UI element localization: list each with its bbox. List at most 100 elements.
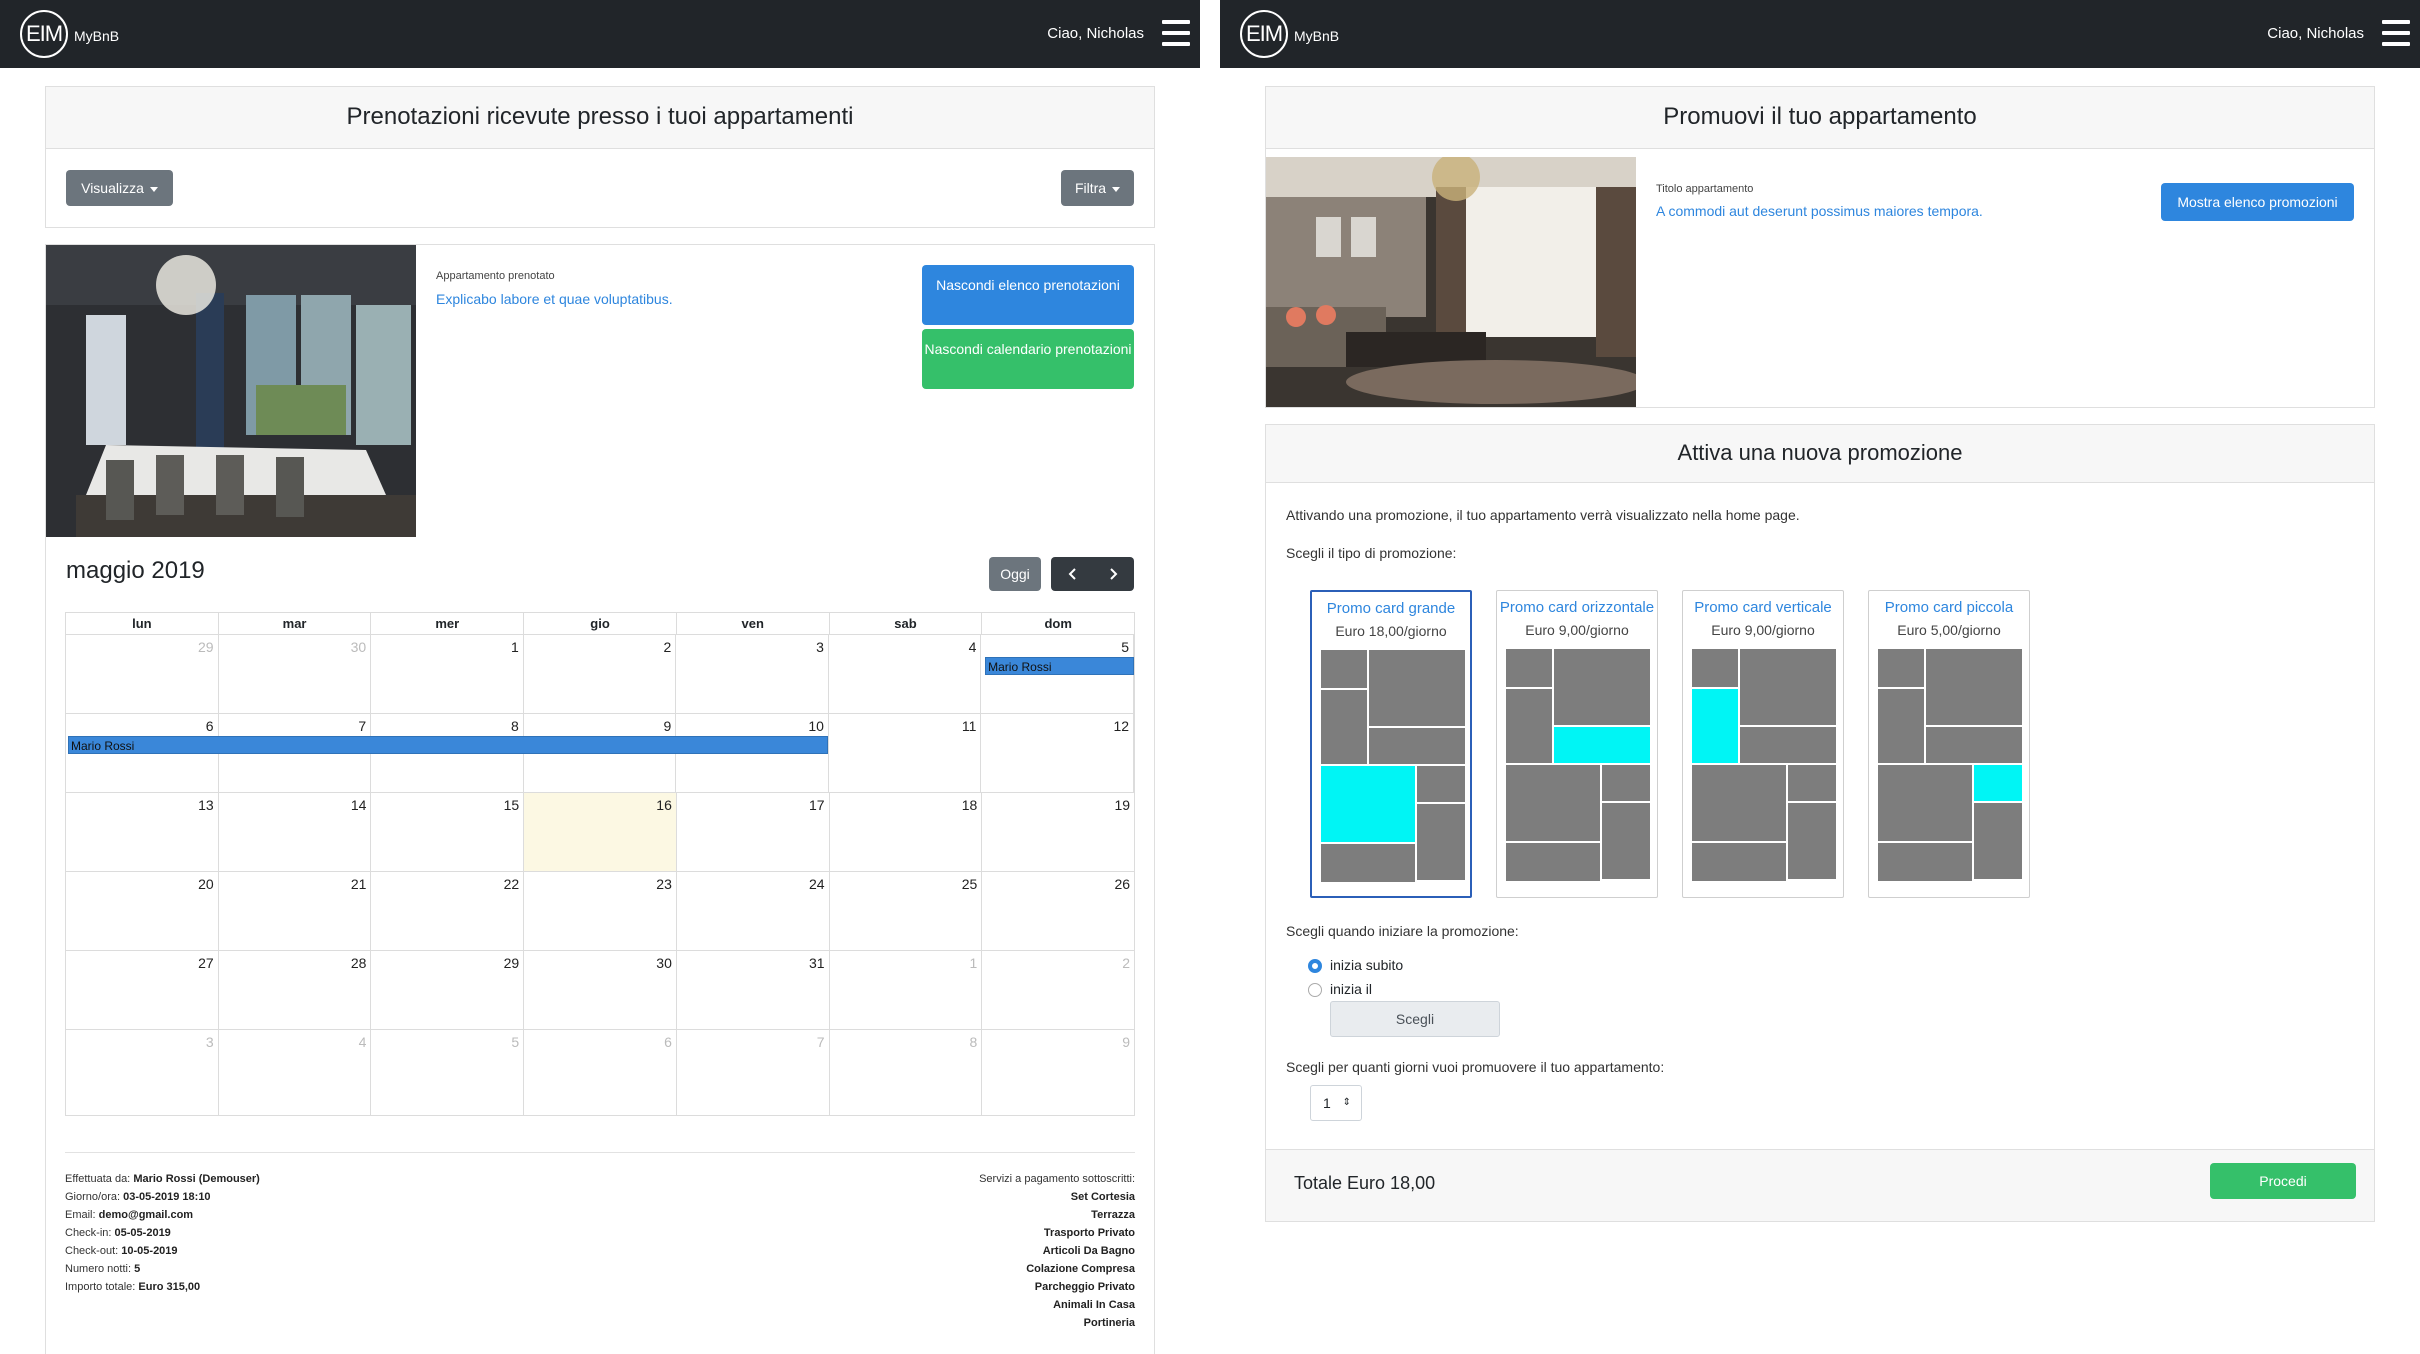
calendar-day-cell[interactable]: 3 (66, 1030, 219, 1115)
page-title: Promuovi il tuo appartamento (1266, 87, 2374, 149)
calendar-week-row: 13 14 15 16 17 18 19 (66, 793, 1134, 872)
layout-block (1692, 843, 1786, 881)
service-item: Articoli Da Bagno (1042, 1245, 1135, 1257)
layout-block (1602, 765, 1650, 801)
calendar-day-cell[interactable]: 17 (677, 793, 830, 871)
calendar-week-row: 3456789 (66, 1030, 1134, 1115)
logo[interactable]: EIM (20, 10, 68, 58)
logo[interactable]: EIM (1240, 10, 1288, 58)
calendar-day-cell[interactable]: 30 (524, 951, 677, 1029)
filter-dropdown-button[interactable]: Filtra (1061, 170, 1134, 206)
proceed-button[interactable]: Procedi (2210, 1163, 2356, 1199)
apartment-photo (46, 245, 416, 537)
navbar: EIM MyBnB Ciao, Nicholas (1220, 0, 2420, 68)
apartment-card: Promuovi il tuo appartamento Titolo appa… (1265, 86, 2375, 408)
layout-block (1926, 649, 2022, 725)
layout-block (1506, 765, 1600, 841)
bookings-screen: EIM MyBnB Ciao, Nicholas Prenotazioni ri… (0, 0, 1200, 1354)
calendar-day-cell[interactable]: 5 (371, 1030, 525, 1115)
layout-block (1321, 766, 1415, 842)
start-on-label[interactable]: inizia il (1330, 981, 1372, 997)
divider (65, 1152, 1135, 1153)
calendar-grid: 29 30 1 2 3 4 5 Mario Rossi 6 7 8 9 10 11 12 Mario Ross… (66, 635, 1135, 1115)
promo-option-1[interactable]: Promo card orizzontale Euro 9,00/giorno (1496, 590, 1658, 898)
booking-checkin: 05-05-2019 (114, 1227, 171, 1239)
calendar-day-cell[interactable]: 22 (371, 872, 525, 950)
calendar-day-cell[interactable]: 19 (982, 793, 1134, 871)
calendar-event[interactable]: Mario Rossi (985, 657, 1134, 675)
promo-option-2[interactable]: Promo card verticale Euro 9,00/giorno (1682, 590, 1844, 898)
calendar-day-cell[interactable]: 24 (677, 872, 830, 950)
calendar-day-cell[interactable]: 4 (219, 1030, 372, 1115)
promo-option-0[interactable]: Promo card grande Euro 18,00/giorno (1310, 590, 1472, 898)
start-now-label[interactable]: inizia subito (1330, 957, 1403, 973)
calendar-week-row: 27 28 29 30 31 1 2 (66, 951, 1134, 1030)
promo-option-3[interactable]: Promo card piccola Euro 5,00/giorno (1868, 590, 2030, 898)
calendar-day-cell[interactable]: 7 (677, 1030, 830, 1115)
chevron-right-icon[interactable] (1110, 568, 1118, 580)
view-dropdown-button[interactable]: Visualizza (66, 170, 173, 206)
hide-bookings-calendar-button[interactable]: Nascondi calendario prenotazioni (922, 329, 1134, 389)
brand-name[interactable]: MyBnB (74, 28, 119, 44)
calendar-day-cell[interactable]: 23 (524, 872, 677, 950)
calendar-day-cell[interactable]: 27 (66, 951, 219, 1029)
calendar-day-cell[interactable]: 13 (66, 793, 219, 871)
booked-apartment-link[interactable]: Explicabo labore et quae voluptatibus. (436, 291, 673, 307)
calendar-day-cell[interactable]: 18 (830, 793, 983, 871)
booking-made-by: Mario Rossi (Demouser) (133, 1173, 260, 1185)
chevron-left-icon[interactable] (1068, 568, 1076, 580)
calendar-day-cell[interactable]: 1 (371, 635, 524, 713)
calendar-week-row: 6 7 8 9 10 11 12 Mario Rossi (66, 714, 1135, 793)
calendar-day-cell[interactable]: 9 (982, 1030, 1134, 1115)
calendar-day-cell[interactable]: 31 (677, 951, 830, 1029)
booking-details: Effettuata da: Mario Rossi (Demouser) Gi… (65, 1173, 260, 1293)
show-promotions-button[interactable]: Mostra elenco promozioni (2161, 183, 2354, 221)
hamburger-menu-icon[interactable] (1162, 20, 1190, 46)
calendar-today-button[interactable]: Oggi (989, 557, 1041, 591)
booking-nights: 5 (134, 1263, 141, 1275)
calendar-day-cell[interactable]: 2 (982, 951, 1134, 1029)
calendar-day-cell[interactable]: 20 (66, 872, 219, 950)
calendar-day-cell[interactable]: 30 (219, 635, 372, 713)
calendar-day-cell[interactable]: 26 (982, 872, 1134, 950)
hide-bookings-list-button[interactable]: Nascondi elenco prenotazioni (922, 265, 1134, 325)
calendar-day-cell[interactable]: 29 (371, 951, 525, 1029)
calendar-day-cell[interactable]: 15 (371, 793, 525, 871)
booking-datetime: 03-05-2019 18:10 (123, 1191, 211, 1203)
calendar-day-cell[interactable]: 14 (219, 793, 372, 871)
calendar-day-cell[interactable]: 25 (830, 872, 983, 950)
calendar-weekday-header: lun mar mer gio ven sab dom (66, 613, 1134, 635)
caret-down-icon (149, 186, 158, 192)
layout-block (1321, 650, 1367, 688)
apartment-title-link[interactable]: A commodi aut deserunt possimus maiores … (1656, 203, 1983, 219)
start-on-radio[interactable] (1308, 983, 1322, 997)
promotion-footer: Totale Euro 18,00 Procedi (1266, 1149, 2374, 1221)
calendar-day-cell[interactable]: 6 (524, 1030, 677, 1115)
calendar-day-cell[interactable]: 2 (524, 635, 677, 713)
calendar-day-cell[interactable]: 12 (981, 714, 1135, 792)
start-date-label: Scegli quando iniziare la promozione: (1286, 923, 1519, 939)
calendar-day-cell[interactable]: 3 (676, 635, 829, 713)
hamburger-menu-icon[interactable] (2382, 20, 2410, 46)
choose-date-button[interactable]: Scegli (1330, 1001, 1500, 1037)
calendar-day-cell[interactable]: 1 (830, 951, 983, 1029)
calendar-day-cell[interactable]: 4 (829, 635, 982, 713)
weekday-0: lun (66, 613, 219, 634)
calendar-day-cell[interactable]: 16 (524, 793, 677, 871)
calendar-event[interactable]: Mario Rossi (68, 736, 829, 754)
layout-block (1506, 689, 1552, 763)
booking-checkout: 10-05-2019 (121, 1245, 178, 1257)
calendar-day-cell[interactable]: 8 (830, 1030, 983, 1115)
layout-block (1740, 727, 1836, 763)
booking-email: demo@gmail.com (98, 1209, 194, 1221)
calendar-day-cell[interactable]: 11 (829, 714, 982, 792)
duration-select[interactable]: 1 ⇕ (1310, 1085, 1362, 1121)
service-item: Portineria (1083, 1317, 1135, 1329)
layout-block (1321, 844, 1415, 882)
calendar-day-cell[interactable]: 28 (219, 951, 372, 1029)
calendar-day-cell[interactable]: 29 (66, 635, 219, 713)
start-now-radio[interactable] (1308, 959, 1322, 973)
calendar-day-cell[interactable]: 21 (219, 872, 372, 950)
brand-name[interactable]: MyBnB (1294, 28, 1339, 44)
weekday-6: dom (1044, 616, 1072, 631)
